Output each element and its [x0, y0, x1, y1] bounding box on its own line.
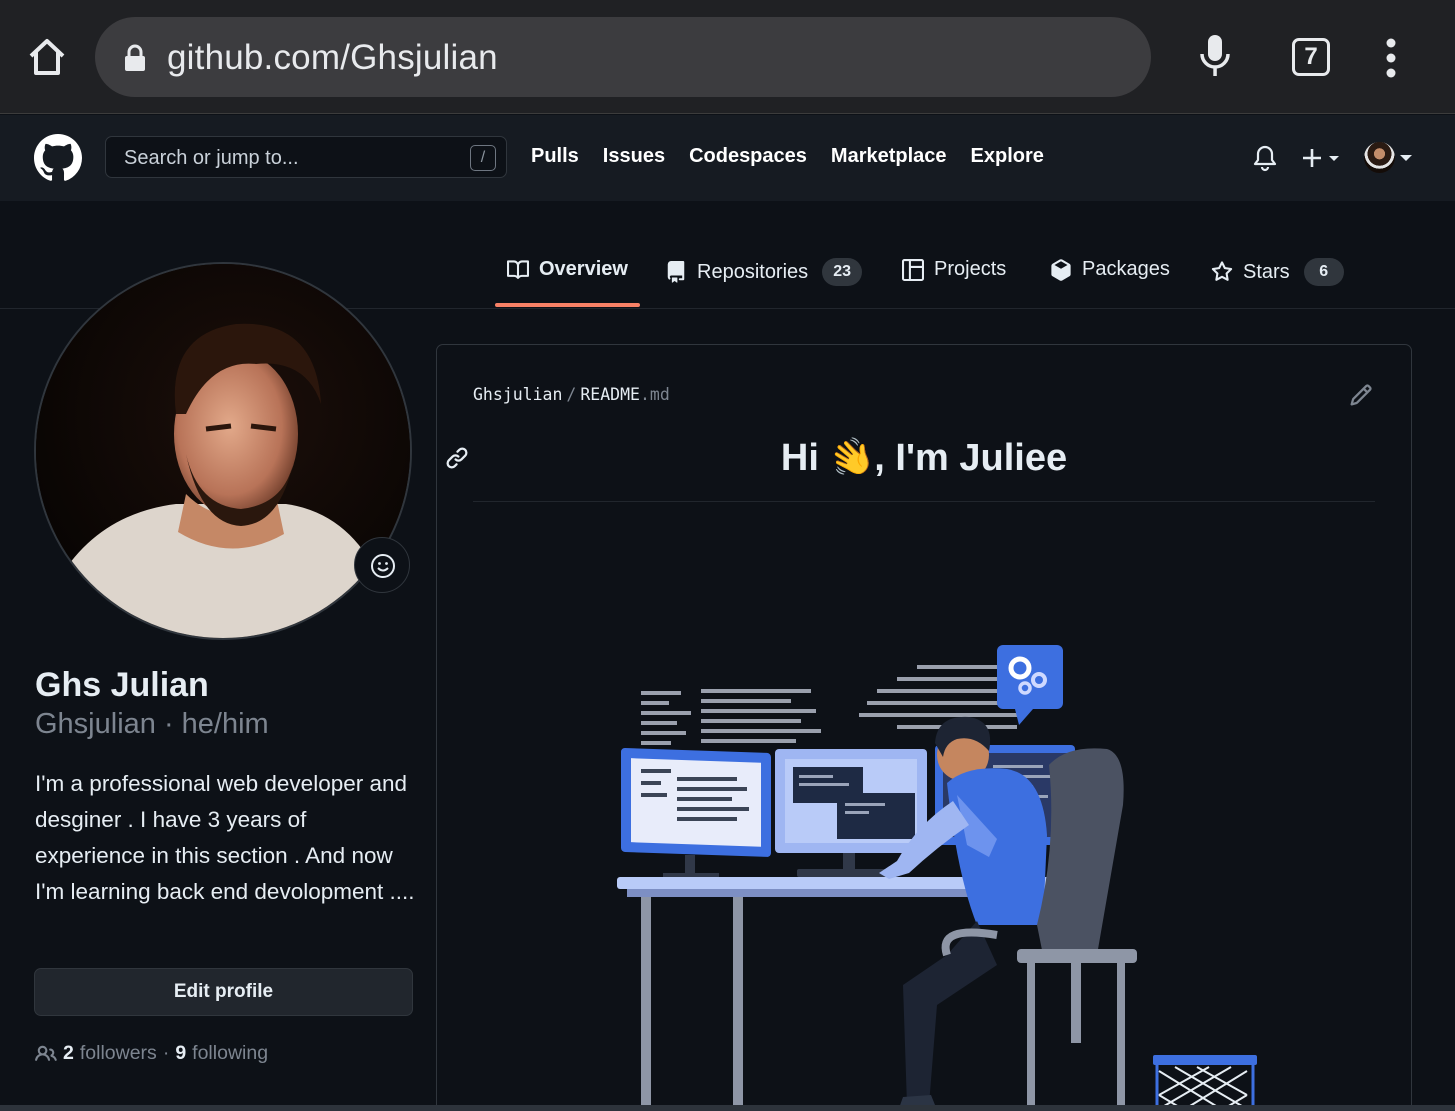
follow-stats: 2 followers · 9 following — [35, 1042, 268, 1065]
nav-codespaces[interactable]: Codespaces — [689, 145, 807, 168]
home-icon[interactable] — [26, 36, 68, 78]
readme-file-link[interactable]: README — [580, 385, 640, 404]
profile-avatar[interactable] — [34, 262, 412, 640]
project-table-icon — [902, 258, 924, 281]
readme-file-ext: .md — [639, 385, 670, 404]
set-status-button[interactable] — [354, 537, 410, 593]
nav-pulls[interactable]: Pulls — [531, 145, 579, 168]
stars-count-badge: 6 — [1303, 258, 1344, 286]
book-icon — [507, 259, 529, 279]
lock-icon — [125, 44, 145, 71]
profile-name: Ghs Julian — [35, 666, 209, 704]
repo-icon — [667, 261, 685, 283]
search-shortcut-badge: / — [470, 145, 496, 171]
readme-owner-link[interactable]: Ghsjulian — [473, 385, 562, 404]
profile-login-pronouns: Ghsjulian · he/him — [35, 708, 269, 740]
create-new-plus-icon[interactable] — [1302, 146, 1342, 170]
following-count[interactable]: 9 — [175, 1042, 186, 1065]
tab-stars[interactable]: Stars 6 — [1211, 258, 1344, 286]
developer-illustration — [617, 645, 1257, 1111]
edit-profile-button[interactable]: Edit profile — [34, 968, 413, 1016]
readme-path: Ghsjulian / README.md — [473, 385, 670, 404]
notifications-bell-icon[interactable] — [1253, 144, 1277, 172]
profile-bio: I'm a professional web developer and des… — [35, 771, 415, 904]
package-icon — [1051, 258, 1071, 281]
tab-packages[interactable]: Packages — [1050, 258, 1170, 281]
repositories-count-badge: 23 — [822, 258, 863, 286]
tab-repositories[interactable]: Repositories 23 — [665, 258, 863, 286]
edit-pencil-icon[interactable] — [1349, 383, 1373, 407]
github-header: Search or jump to... / Pulls Issues Code… — [0, 115, 1455, 201]
chevron-down-icon[interactable] — [1399, 153, 1413, 163]
profile-photo — [36, 264, 410, 638]
heading-text-pre: Hi — [780, 437, 830, 479]
search-placeholder: Search or jump to... — [124, 147, 299, 169]
followers-link[interactable]: followers — [80, 1042, 157, 1065]
tab-projects[interactable]: Projects — [902, 258, 1006, 281]
readme-heading: Hi 👋, I'm Juliee — [473, 431, 1375, 485]
heading-text-post: , I'm Juliee — [874, 437, 1068, 479]
following-link[interactable]: following — [192, 1042, 268, 1065]
nav-issues[interactable]: Issues — [603, 145, 665, 168]
link-anchor-icon[interactable] — [445, 446, 469, 470]
user-avatar-menu[interactable] — [1364, 142, 1395, 173]
path-separator: / — [566, 385, 577, 404]
browser-toolbar: github.com/Ghsjulian 7 — [0, 0, 1455, 114]
microphone-icon[interactable] — [1196, 33, 1234, 79]
star-icon — [1211, 261, 1233, 281]
tab-stars-label: Stars — [1243, 260, 1290, 283]
bottom-edge — [0, 1105, 1455, 1111]
readme-card: Ghsjulian / README.md Hi 👋, I'm Juliee — [436, 344, 1412, 1111]
top-nav: Pulls Issues Codespaces Marketplace Expl… — [531, 145, 1044, 168]
people-icon — [35, 1045, 57, 1061]
followers-count[interactable]: 2 — [63, 1042, 74, 1065]
heading-divider — [473, 501, 1375, 502]
address-url: github.com/Ghsjulian — [167, 38, 498, 77]
tab-switcher-button[interactable]: 7 — [1292, 38, 1330, 76]
nav-marketplace[interactable]: Marketplace — [831, 145, 947, 168]
tab-overview-label: Overview — [539, 258, 628, 280]
search-input[interactable]: Search or jump to... / — [105, 136, 507, 178]
tab-repositories-label: Repositories — [697, 260, 809, 283]
smiley-icon — [371, 554, 395, 578]
address-bar[interactable]: github.com/Ghsjulian — [95, 17, 1151, 97]
waving-hand-emoji: 👋 — [823, 430, 880, 485]
nav-explore[interactable]: Explore — [971, 145, 1044, 168]
active-tab-indicator — [495, 303, 640, 307]
tab-overview[interactable]: Overview — [507, 258, 628, 281]
tab-packages-label: Packages — [1082, 258, 1170, 280]
follow-separator: · — [162, 1042, 170, 1064]
github-logo-icon[interactable] — [34, 134, 82, 182]
more-menu-icon[interactable] — [1383, 38, 1399, 78]
tab-projects-label: Projects — [934, 258, 1007, 280]
